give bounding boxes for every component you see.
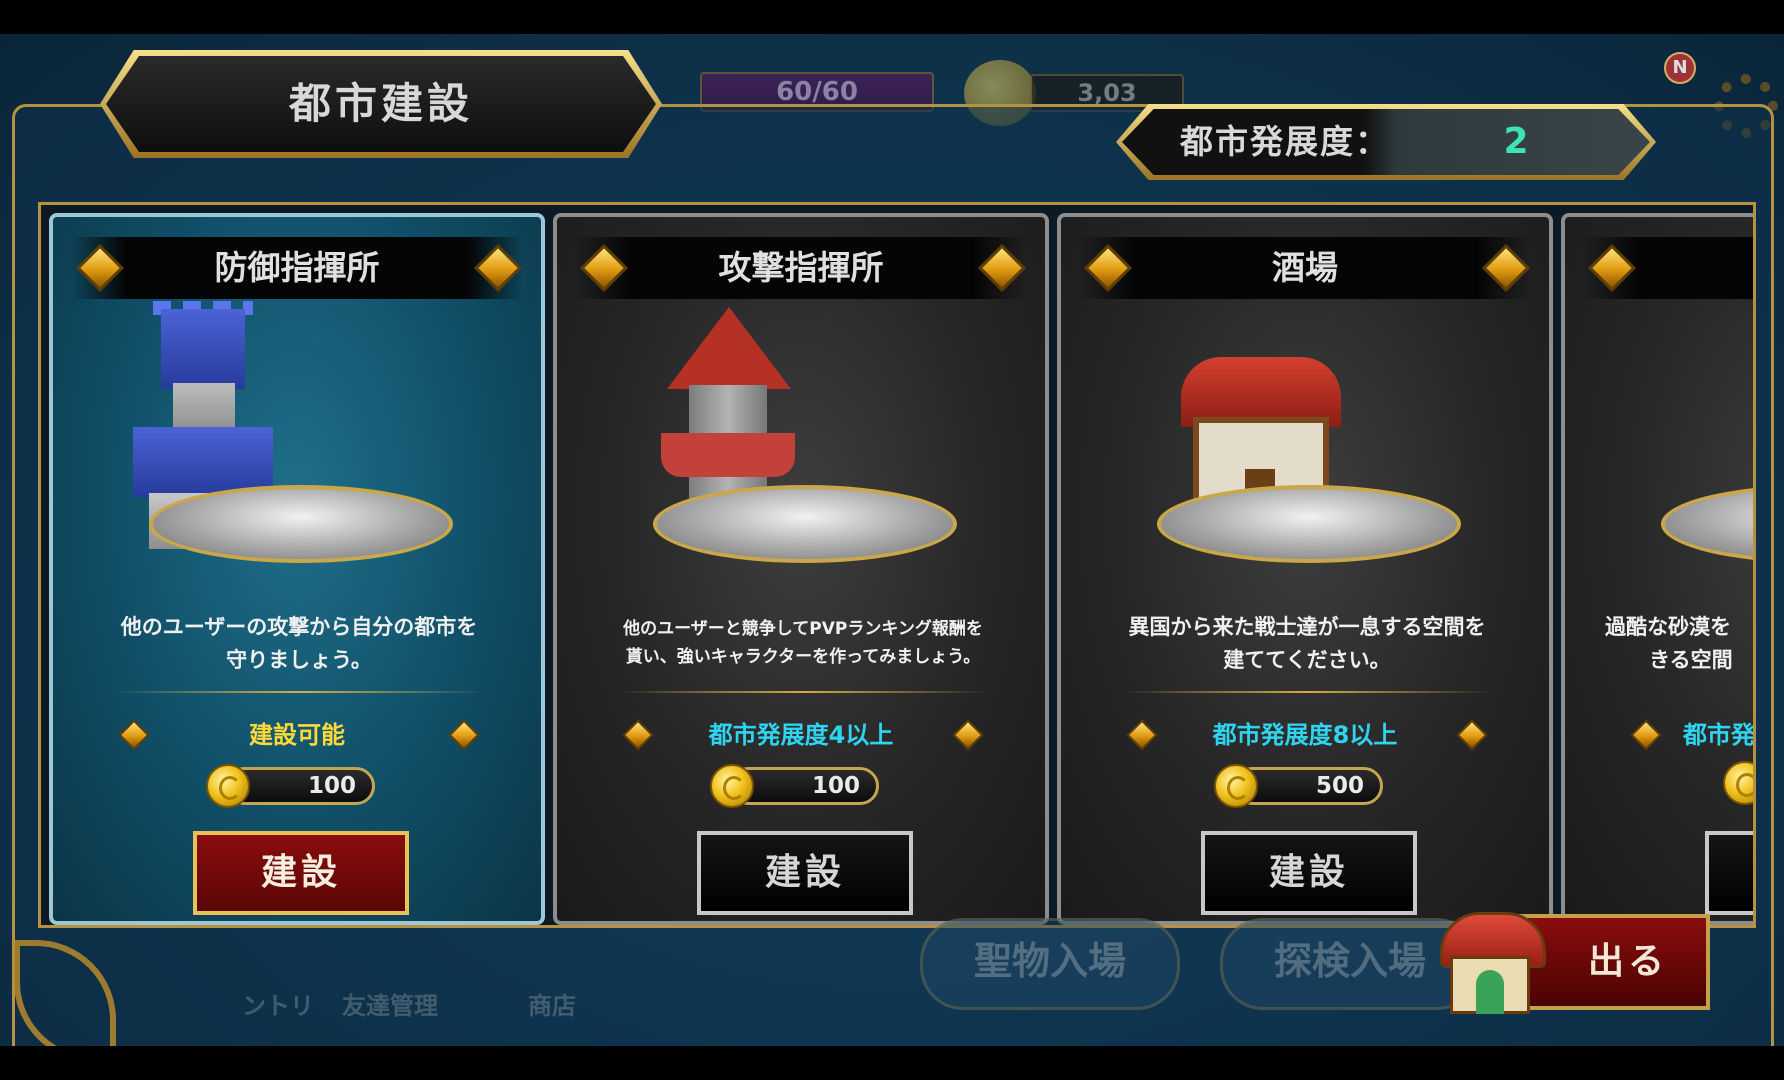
building-card-tavern[interactable]: 酒場 異国から来た戦士達が一息する空間を 建ててください。 都市発展度8以上 5…: [1057, 213, 1553, 925]
cost-badge: 100: [206, 764, 375, 808]
cost-value: 500: [1315, 773, 1364, 799]
pedestal-icon: [643, 485, 959, 595]
build-requirement: 都市発展度8以上: [1212, 721, 1398, 749]
build-button[interactable]: 建設: [1201, 831, 1417, 915]
card-description: 他のユーザーと競争してPVPランキング報酬を 貰い、強いキャラクターを作ってみま…: [623, 619, 983, 667]
nav-item-shop[interactable]: 商店: [528, 986, 576, 1021]
nav-item-friends[interactable]: 友達管理: [342, 986, 438, 1021]
build-requirement: 建設可能: [249, 721, 345, 749]
building-card-list[interactable]: 防御指揮所 他のユーザーの攻撃から自分の都市を 守りましょう。 建設可能 100…: [38, 202, 1756, 928]
gold-coin-icon: [206, 764, 250, 808]
relic-entry-button[interactable]: 聖物入場: [920, 918, 1180, 1010]
house-icon: [1432, 904, 1548, 1022]
divider: [1121, 691, 1493, 693]
building-card-partial[interactable]: 過酷な砂漠を きる空間 都市発: [1561, 213, 1755, 925]
build-requirement: 都市発: [1683, 721, 1755, 749]
build-button[interactable]: 建設: [697, 831, 913, 915]
gold-coin-icon: [710, 764, 754, 808]
building-card-attack[interactable]: 攻撃指揮所 他のユーザーと競争してPVPランキング報酬を 貰い、強いキャラクター…: [553, 213, 1049, 925]
pedestal-icon: [139, 485, 455, 595]
build-requirement: 都市発展度4以上: [708, 721, 894, 749]
development-value: 2: [1503, 121, 1529, 162]
cost-value: 100: [307, 773, 356, 799]
development-label: 都市発展度：: [1180, 122, 1390, 161]
card-description: 他のユーザーの攻撃から自分の都市を 守りましょう。: [120, 615, 478, 672]
nav-item-entry[interactable]: ントリ: [242, 986, 314, 1021]
cost-value: 100: [811, 773, 860, 799]
gold-coin-icon: [1723, 761, 1753, 805]
divider: [617, 691, 989, 693]
cost-badge: 500: [1214, 764, 1383, 808]
pedestal-icon: [1651, 485, 1753, 595]
gold-coin-icon: [1214, 764, 1258, 808]
divider: [113, 691, 485, 693]
card-description: 過酷な砂漠を きる空間: [1605, 615, 1733, 672]
page-title: 都市建設: [288, 79, 473, 128]
building-card-defense[interactable]: 防御指揮所 他のユーザーの攻撃から自分の都市を 守りましょう。 建設可能 100…: [49, 213, 545, 925]
diamond-ornament-icon: [1630, 719, 1662, 751]
build-button[interactable]: 建設: [193, 831, 409, 915]
pedestal-icon: [1147, 485, 1463, 595]
notice-badge: N: [1664, 52, 1696, 84]
cost-badge: 100: [710, 764, 879, 808]
build-button[interactable]: [1705, 831, 1753, 915]
card-description: 異国から来た戦士達が一息する空間を 建ててください。: [1128, 615, 1486, 672]
game-screen: 60/60 3,03 N 都市建設 都市発展度： 2 防御指揮所 他のユーザーの…: [0, 34, 1784, 1046]
